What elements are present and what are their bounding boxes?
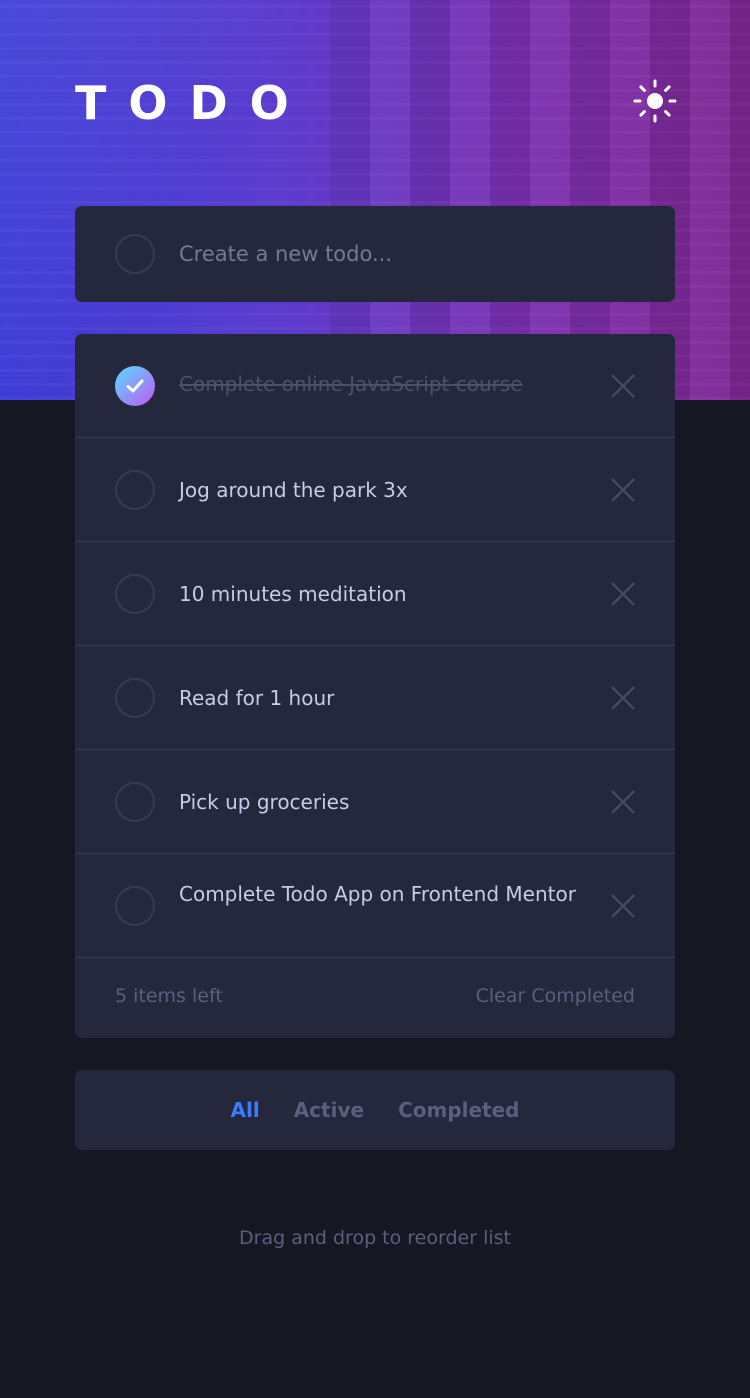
close-icon[interactable]: [610, 893, 636, 919]
new-todo-card: [75, 206, 675, 302]
todo-item[interactable]: 10 minutes meditation: [75, 542, 675, 646]
todo-checkbox[interactable]: [115, 470, 155, 510]
todo-item[interactable]: Jog around the park 3x: [75, 438, 675, 542]
theme-toggle-button[interactable]: [632, 78, 678, 124]
todo-item[interactable]: Read for 1 hour: [75, 646, 675, 750]
todo-text: Jog around the park 3x: [179, 478, 408, 502]
todo-text: Pick up groceries: [179, 790, 350, 814]
todo-item[interactable]: Complete Todo App on Frontend Mentor: [75, 854, 675, 958]
close-icon[interactable]: [610, 581, 636, 607]
todo-text: Read for 1 hour: [179, 686, 335, 710]
todo-checkbox[interactable]: [115, 782, 155, 822]
list-footer: 5 items left Clear Completed: [75, 958, 675, 1038]
todo-checkbox[interactable]: [115, 574, 155, 614]
filter-active[interactable]: Active: [294, 1098, 364, 1122]
new-todo-circle[interactable]: [115, 234, 155, 274]
check-icon: [126, 379, 144, 393]
todo-text: 10 minutes meditation: [179, 582, 407, 606]
todo-item[interactable]: Pick up groceries: [75, 750, 675, 854]
clear-completed-button[interactable]: Clear Completed: [476, 985, 635, 1007]
close-icon[interactable]: [610, 789, 636, 815]
filter-bar: All Active Completed: [75, 1070, 675, 1150]
todo-list: Complete online JavaScript course Jog ar…: [75, 334, 675, 1038]
todo-checkbox-checked[interactable]: [115, 366, 155, 406]
sun-icon: [633, 79, 677, 123]
filter-all[interactable]: All: [231, 1098, 260, 1122]
close-icon[interactable]: [610, 685, 636, 711]
items-left-count: 5 items left: [115, 985, 223, 1007]
new-todo-input[interactable]: [179, 234, 639, 274]
todo-text: Complete Todo App on Frontend Mentor: [179, 882, 576, 906]
todo-text: Complete online JavaScript course: [179, 372, 523, 396]
todo-checkbox[interactable]: [115, 886, 155, 926]
todo-item[interactable]: Complete online JavaScript course: [75, 334, 675, 438]
app-title: TODO: [75, 76, 311, 130]
close-icon[interactable]: [610, 477, 636, 503]
todo-checkbox[interactable]: [115, 678, 155, 718]
close-icon[interactable]: [610, 373, 636, 399]
filter-completed[interactable]: Completed: [398, 1098, 519, 1122]
reorder-hint: Drag and drop to reorder list: [239, 1227, 511, 1249]
